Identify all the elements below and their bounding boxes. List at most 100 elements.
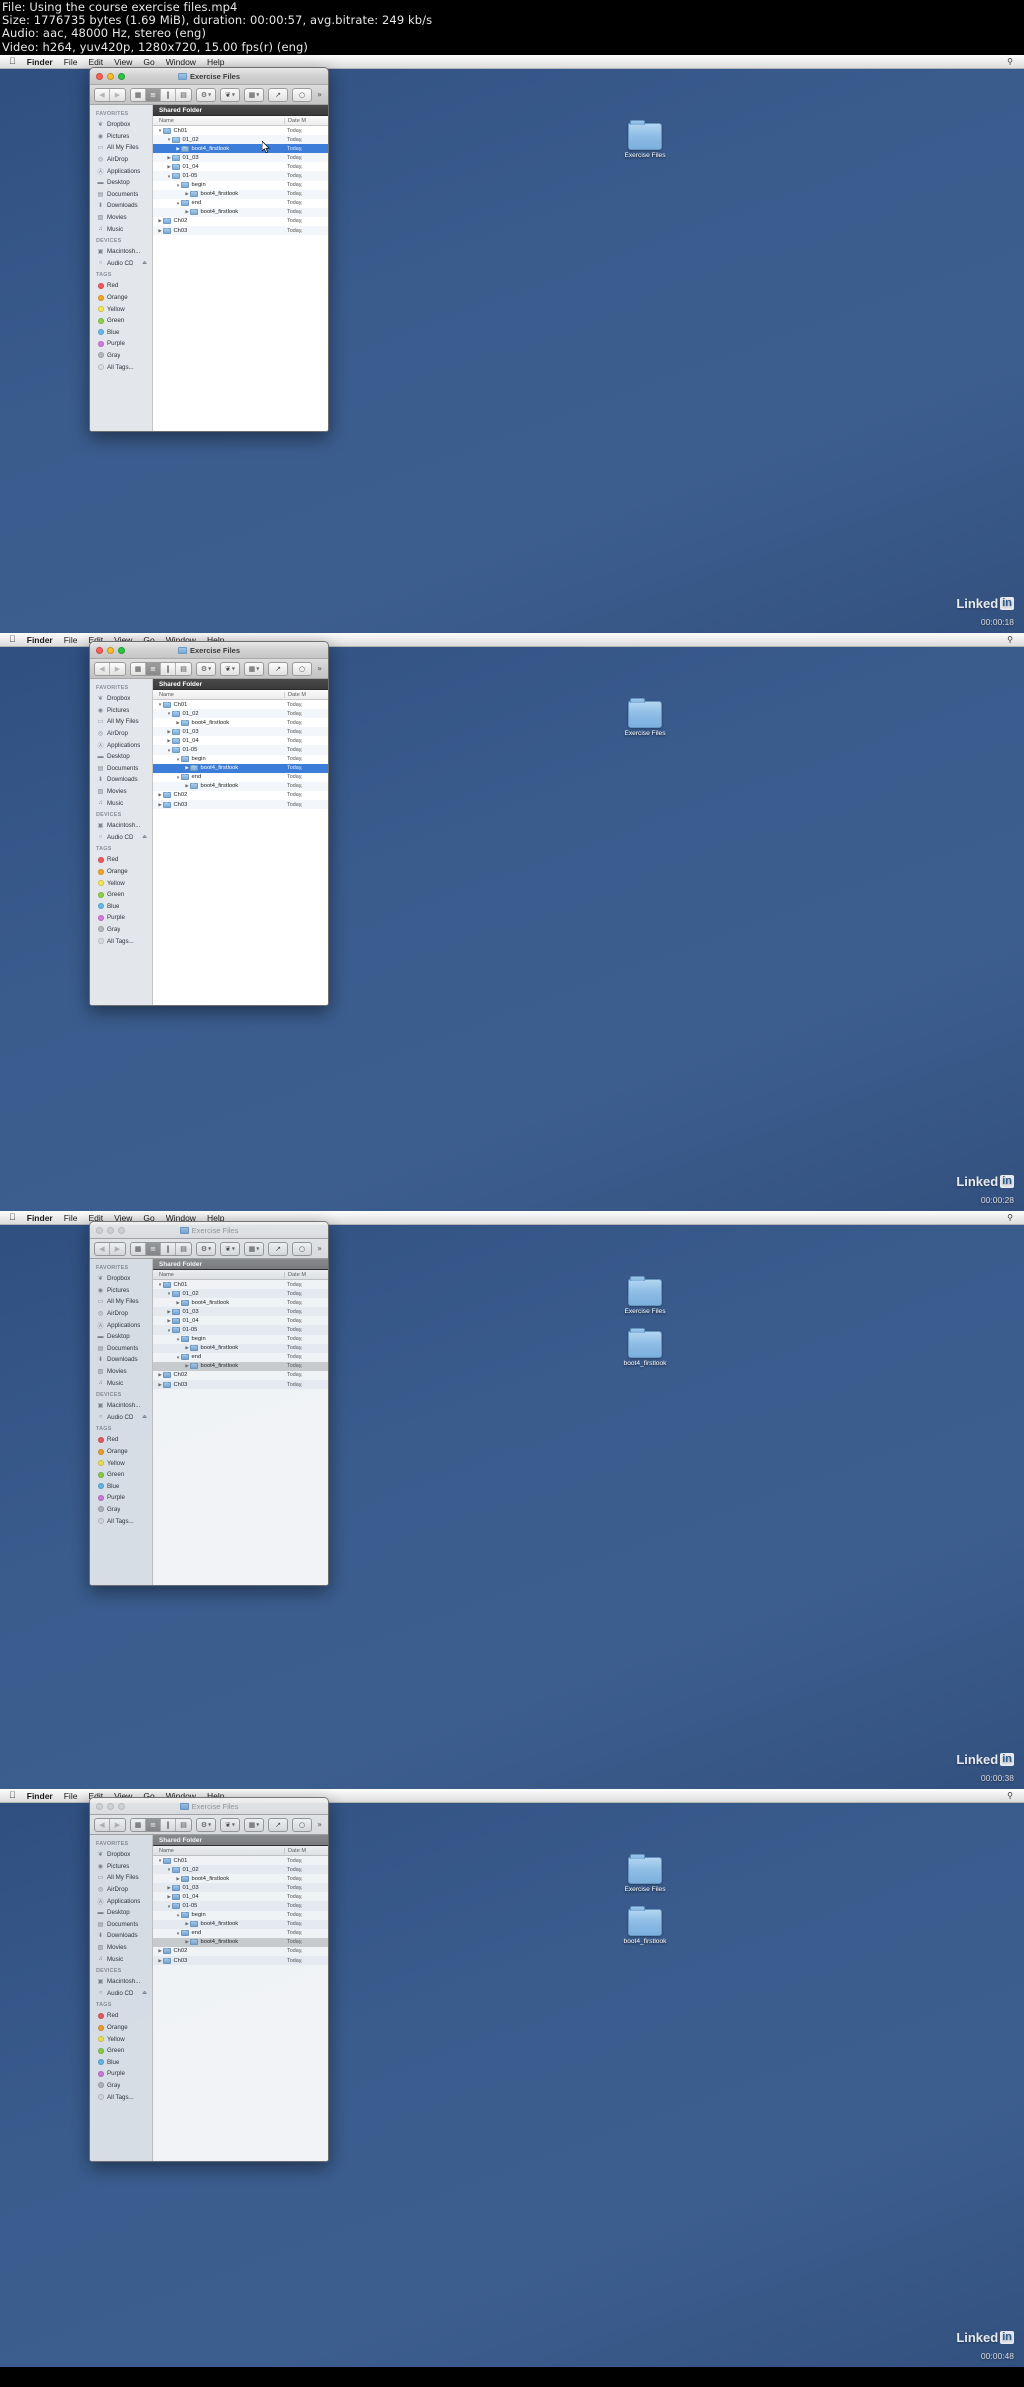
sidebar-item-yellow[interactable]: Yellow — [90, 2033, 152, 2045]
sidebar-item-all-my-files[interactable]: ▭ All My Files — [90, 1872, 152, 1884]
sidebar-item-yellow[interactable]: Yellow — [90, 303, 152, 315]
forward-button[interactable]: ▶ — [110, 1243, 125, 1255]
view-icon-button[interactable]: ▦ — [131, 662, 146, 675]
view-column-button[interactable]: ‖ — [161, 1818, 176, 1831]
table-row[interactable]: boot4_firstlook Today, — [153, 1361, 328, 1371]
sidebar-item-gray[interactable]: Gray — [90, 924, 152, 936]
sidebar-item-airdrop[interactable]: ◎ AirDrop — [90, 154, 152, 166]
finder-window[interactable]: Exercise Files ◀ ▶ ▦ ≡ ‖ ▤ ⚙ ▼ ❦ ▼ ▦ ▼ ↗ ○» FAVORITES ❦ D… — [89, 641, 329, 1006]
sidebar-item-red[interactable]: Red — [90, 2010, 152, 2022]
sidebar-item-music[interactable]: ♫ Music — [90, 1377, 152, 1389]
dropbox-button[interactable]: ❦ ▼ — [220, 1817, 240, 1832]
sidebar-item-all-tags[interactable]: All Tags... — [90, 361, 152, 373]
table-row[interactable]: 01_04 Today, — [153, 736, 328, 745]
table-row[interactable]: Ch02 Today, — [153, 1371, 328, 1380]
apple-icon[interactable]:  — [9, 1213, 16, 1222]
sidebar-item-movies[interactable]: ▧ Movies — [90, 786, 152, 798]
sidebar-item-music[interactable]: ♫ Music — [90, 1953, 152, 1965]
menu-file[interactable]: File — [64, 57, 78, 67]
table-row[interactable]: 01-05 Today, — [153, 745, 328, 755]
sidebar-item-orange[interactable]: Orange — [90, 1446, 152, 1458]
dropbox-button[interactable]: ❦ ▼ — [220, 87, 240, 102]
action-gear-button[interactable]: ⚙ ▼ — [196, 661, 216, 676]
sidebar-item-yellow[interactable]: Yellow — [90, 877, 152, 889]
tags-button[interactable]: ○ — [292, 661, 312, 676]
sidebar-item-audio-cd[interactable]: ○ Audio CD ⏏ — [90, 1412, 152, 1424]
tags-button[interactable]: ○ — [292, 87, 312, 102]
sidebar-item-orange[interactable]: Orange — [90, 2022, 152, 2034]
window-titlebar[interactable]: Exercise Files — [90, 68, 328, 85]
table-row[interactable]: Ch02 Today, — [153, 1947, 328, 1956]
sidebar-item-red[interactable]: Red — [90, 854, 152, 866]
table-row[interactable]: Ch03 Today, — [153, 1956, 328, 1966]
menu-file[interactable]: File — [64, 1213, 78, 1223]
table-row[interactable]: Ch01 Today, — [153, 1856, 328, 1865]
menu-finder[interactable]: Finder — [27, 1791, 53, 1801]
sidebar-item-gray[interactable]: Gray — [90, 1504, 152, 1516]
apple-icon[interactable]:  — [9, 57, 16, 66]
view-list-button[interactable]: ≡ — [146, 662, 161, 675]
sidebar-item-airdrop[interactable]: ◎ AirDrop — [90, 1884, 152, 1896]
menu-go[interactable]: Go — [143, 57, 154, 67]
sidebar-item-movies[interactable]: ▧ Movies — [90, 1942, 152, 1954]
table-row[interactable]: end Today, — [153, 773, 328, 782]
sidebar-item-all-tags[interactable]: All Tags... — [90, 2091, 152, 2103]
sidebar-item-desktop[interactable]: ▬ Desktop — [90, 751, 152, 763]
view-icon-button[interactable]: ▦ — [131, 1242, 146, 1255]
desktop-icon-exercise-files[interactable]: Exercise Files — [613, 120, 677, 159]
view-icon-button[interactable]: ▦ — [131, 1818, 146, 1831]
menu-file[interactable]: File — [64, 1791, 78, 1801]
sidebar-item-all-tags[interactable]: All Tags... — [90, 1515, 152, 1527]
sidebar-item-dropbox[interactable]: ❦ Dropbox — [90, 1273, 152, 1285]
desktop-icon-exercise-files[interactable]: Exercise Files — [613, 698, 677, 737]
table-row[interactable]: 01-05 Today, — [153, 171, 328, 181]
view-icon-button[interactable]: ▦ — [131, 88, 146, 101]
table-row[interactable]: 01_03 Today, — [153, 1307, 328, 1317]
table-row[interactable]: boot4_firstlook Today, — [153, 144, 328, 154]
sidebar-item-all-my-files[interactable]: ▭ All My Files — [90, 142, 152, 154]
sidebar-item-purple[interactable]: Purple — [90, 2068, 152, 2080]
view-column-button[interactable]: ‖ — [161, 88, 176, 101]
sidebar-item-pictures[interactable]: ◉ Pictures — [90, 1285, 152, 1297]
table-row[interactable]: Ch03 Today, — [153, 1380, 328, 1390]
sidebar-item-macintosh[interactable]: ▣ Macintosh... — [90, 246, 152, 258]
table-row[interactable]: 01_03 Today, — [153, 727, 328, 737]
menu-help[interactable]: Help — [207, 57, 224, 67]
finder-window[interactable]: Exercise Files ◀ ▶ ▦ ≡ ‖ ▤ ⚙ ▼ ❦ ▼ ▦ ▼ ↗ ○» FAVORITES ❦ D… — [89, 1797, 329, 2162]
sidebar-item-dropbox[interactable]: ❦ Dropbox — [90, 1849, 152, 1861]
sidebar-item-pictures[interactable]: ◉ Pictures — [90, 1861, 152, 1873]
column-header-name[interactable]: Name — [153, 692, 284, 698]
tags-button[interactable]: ○ — [292, 1241, 312, 1256]
table-row[interactable]: boot4_firstlook Today, — [153, 1298, 328, 1307]
forward-button[interactable]: ▶ — [110, 1819, 125, 1831]
column-header-date[interactable]: Date M — [284, 1271, 328, 1278]
sidebar-item-blue[interactable]: Blue — [90, 1481, 152, 1493]
sidebar-item-gray[interactable]: Gray — [90, 350, 152, 362]
sidebar-item-dropbox[interactable]: ❦ Dropbox — [90, 693, 152, 705]
table-row[interactable]: 01_04 Today, — [153, 1316, 328, 1325]
dropbox-button[interactable]: ❦ ▼ — [220, 1241, 240, 1256]
table-row[interactable]: boot4_firstlook Today, — [153, 207, 328, 217]
sidebar-item-documents[interactable]: ▤ Documents — [90, 763, 152, 775]
sidebar-item-blue[interactable]: Blue — [90, 327, 152, 339]
sidebar-item-blue[interactable]: Blue — [90, 901, 152, 913]
action-gear-button[interactable]: ⚙ ▼ — [196, 1817, 216, 1832]
toolbar-overflow-button[interactable]: » — [317, 664, 324, 673]
desktop-icon-exercise-files[interactable]: Exercise Files — [613, 1854, 677, 1893]
sidebar-item-blue[interactable]: Blue — [90, 2057, 152, 2069]
tags-button[interactable]: ○ — [292, 1817, 312, 1832]
share-button[interactable]: ↗ — [268, 1241, 288, 1256]
sidebar-item-airdrop[interactable]: ◎ AirDrop — [90, 728, 152, 740]
back-button[interactable]: ◀ — [95, 662, 110, 675]
sidebar-item-movies[interactable]: ▧ Movies — [90, 1366, 152, 1378]
search-icon[interactable]: ⚲ — [1007, 57, 1013, 66]
table-row[interactable]: boot4_firstlook Today, — [153, 1874, 328, 1883]
sidebar-item-all-tags[interactable]: All Tags... — [90, 935, 152, 947]
action-gear-button[interactable]: ⚙ ▼ — [196, 1241, 216, 1256]
desktop-icon-boot4-firstlook[interactable]: boot4_firstlook — [613, 1328, 677, 1367]
sidebar-item-music[interactable]: ♫ Music — [90, 223, 152, 235]
sidebar-item-applications[interactable]: Ⓐ Applications — [90, 739, 152, 751]
toolbar-overflow-button[interactable]: » — [317, 1244, 324, 1253]
dropbox-button[interactable]: ❦ ▼ — [220, 661, 240, 676]
sidebar-item-documents[interactable]: ▤ Documents — [90, 1919, 152, 1931]
